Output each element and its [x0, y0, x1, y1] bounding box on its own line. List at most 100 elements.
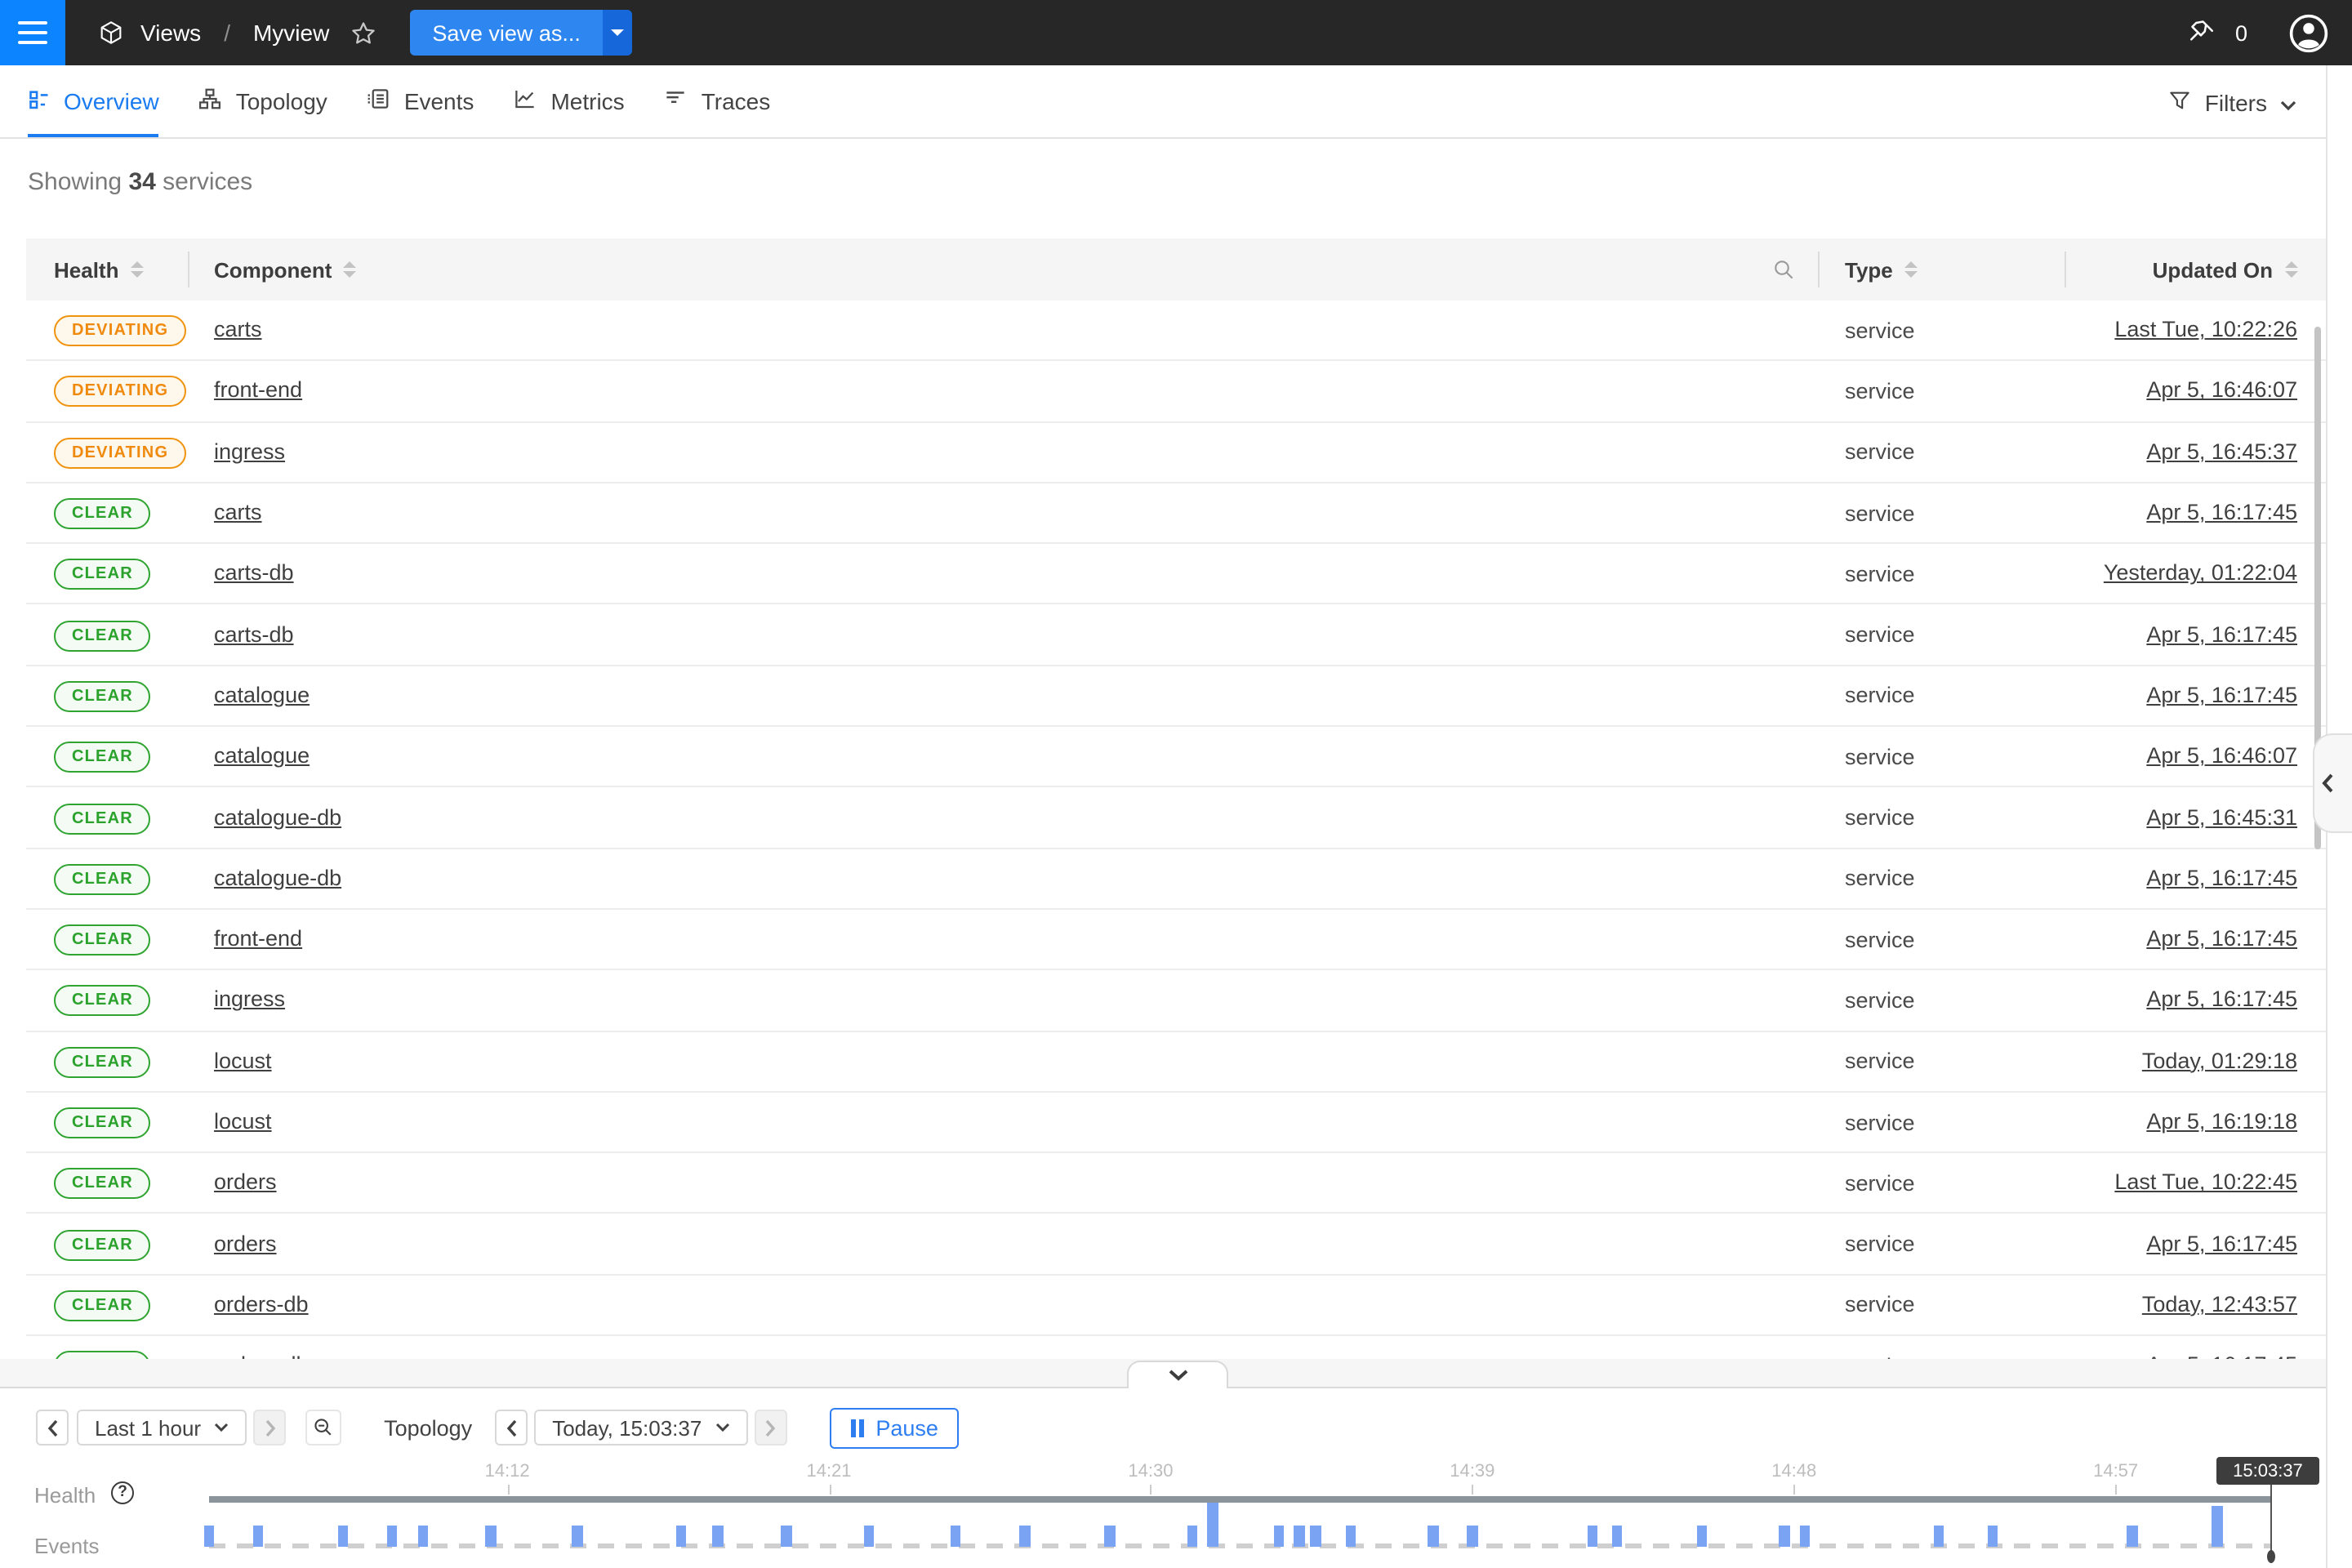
component-link[interactable]: orders-db — [214, 1352, 309, 1358]
event-bar[interactable] — [387, 1526, 398, 1547]
event-bar[interactable] — [1104, 1526, 1115, 1547]
event-bar[interactable] — [337, 1526, 348, 1547]
topology-time-back-button[interactable] — [495, 1410, 528, 1446]
component-link[interactable]: orders — [214, 1231, 277, 1255]
topology-time-dropdown[interactable]: Today, 15:03:37 — [534, 1410, 747, 1446]
tab-metrics[interactable]: Metrics — [513, 65, 624, 137]
range-back-button[interactable] — [36, 1410, 69, 1446]
help-icon[interactable]: ? — [111, 1481, 134, 1503]
favorite-star-icon[interactable] — [349, 19, 376, 47]
event-bar[interactable] — [1346, 1526, 1356, 1547]
component-link[interactable]: carts-db — [214, 621, 294, 646]
header-component[interactable]: Component — [188, 256, 1819, 283]
updated-link[interactable]: Apr 5, 16:19:18 — [2146, 1109, 2297, 1134]
component-link[interactable]: front-end — [214, 926, 302, 951]
menu-button[interactable] — [0, 0, 65, 65]
updated-link[interactable]: Today, 12:43:57 — [2142, 1292, 2297, 1316]
breadcrumb-views[interactable]: Views — [140, 20, 201, 46]
event-bar[interactable] — [863, 1526, 874, 1547]
save-view-dropdown-button[interactable] — [604, 10, 633, 56]
tab-events[interactable]: Events — [367, 65, 474, 137]
tab-topology[interactable]: Topology — [198, 65, 327, 137]
collapse-panel-button[interactable] — [2313, 733, 2352, 833]
event-bar[interactable] — [781, 1526, 791, 1547]
search-icon[interactable] — [1770, 256, 1796, 283]
time-cursor-handle[interactable] — [2266, 1549, 2274, 1562]
expand-timeline-button[interactable] — [1127, 1361, 1228, 1388]
event-bar[interactable] — [1779, 1526, 1789, 1547]
updated-link[interactable]: Last Tue, 10:22:26 — [2114, 317, 2297, 341]
component-link[interactable]: front-end — [214, 378, 302, 403]
event-bar[interactable] — [2212, 1506, 2222, 1547]
component-link[interactable]: orders-db — [214, 1292, 309, 1316]
component-link[interactable]: catalogue-db — [214, 866, 341, 890]
header-updated-on[interactable]: Updated On — [2065, 257, 2325, 282]
event-bar[interactable] — [1587, 1526, 1597, 1547]
tab-overview[interactable]: Overview — [28, 65, 159, 137]
event-bar[interactable] — [1428, 1526, 1439, 1547]
event-bar[interactable] — [203, 1526, 214, 1547]
sort-icon[interactable] — [1904, 261, 1918, 278]
updated-link[interactable]: Apr 5, 16:17:45 — [2146, 866, 2297, 890]
component-link[interactable]: catalogue — [214, 743, 310, 768]
sort-icon[interactable] — [343, 261, 356, 278]
component-link[interactable]: carts — [214, 500, 262, 524]
sort-icon[interactable] — [130, 261, 143, 278]
event-bar[interactable] — [950, 1526, 960, 1547]
tab-traces[interactable]: Traces — [664, 65, 771, 137]
updated-link[interactable]: Apr 5, 16:45:31 — [2146, 804, 2297, 829]
breadcrumb-view-name[interactable]: Myview — [253, 20, 329, 46]
updated-link[interactable]: Apr 5, 16:46:07 — [2146, 378, 2297, 403]
time-cursor-line[interactable] — [2270, 1485, 2272, 1555]
range-forward-button[interactable] — [253, 1410, 286, 1446]
filters-button[interactable]: Filters — [2167, 65, 2296, 139]
event-bar[interactable] — [675, 1526, 686, 1547]
event-bar[interactable] — [2127, 1526, 2138, 1547]
updated-link[interactable]: Apr 5, 16:17:45 — [2146, 683, 2297, 707]
event-bar[interactable] — [1187, 1526, 1197, 1547]
updated-link[interactable]: Apr 5, 16:17:45 — [2146, 987, 2297, 1012]
sort-icon[interactable] — [2284, 261, 2297, 278]
event-bar[interactable] — [1273, 1526, 1284, 1547]
updated-link[interactable]: Apr 5, 16:17:45 — [2146, 621, 2297, 646]
time-range-dropdown[interactable]: Last 1 hour — [77, 1410, 247, 1446]
updated-link[interactable]: Today, 01:29:18 — [2142, 1048, 2297, 1072]
updated-link[interactable]: Yesterday, 01:22:04 — [2104, 561, 2297, 586]
component-link[interactable]: carts-db — [214, 561, 294, 586]
event-bar[interactable] — [713, 1526, 724, 1547]
header-health[interactable]: Health — [26, 257, 188, 282]
updated-link[interactable]: Apr 5, 16:45:37 — [2146, 439, 2297, 463]
component-link[interactable]: catalogue-db — [214, 804, 341, 829]
event-bar[interactable] — [1294, 1526, 1305, 1547]
event-bar[interactable] — [1468, 1526, 1478, 1547]
component-link[interactable]: ingress — [214, 439, 285, 463]
event-bar[interactable] — [1311, 1526, 1321, 1547]
updated-link[interactable]: Last Tue, 10:22:45 — [2114, 1170, 2297, 1195]
component-link[interactable]: locust — [214, 1048, 272, 1072]
zoom-out-button[interactable] — [305, 1410, 341, 1446]
event-bar[interactable] — [1020, 1526, 1031, 1547]
save-view-button[interactable]: Save view as... — [409, 10, 604, 56]
component-link[interactable]: ingress — [214, 987, 285, 1012]
user-avatar[interactable] — [2287, 11, 2331, 55]
event-bar[interactable] — [1612, 1526, 1623, 1547]
updated-link[interactable]: Apr 5, 16:17:45 — [2146, 1352, 2297, 1358]
topology-time-forward-button[interactable] — [754, 1410, 786, 1446]
updated-link[interactable]: Apr 5, 16:17:45 — [2146, 926, 2297, 951]
event-bar[interactable] — [253, 1526, 264, 1547]
updated-link[interactable]: Apr 5, 16:17:45 — [2146, 500, 2297, 524]
event-bar[interactable] — [1696, 1526, 1707, 1547]
component-link[interactable]: orders — [214, 1170, 277, 1195]
event-bar[interactable] — [486, 1526, 497, 1547]
component-link[interactable]: locust — [214, 1109, 272, 1134]
pin-icon[interactable] — [2188, 18, 2217, 47]
event-bar[interactable] — [1987, 1526, 1998, 1547]
event-bar[interactable] — [1208, 1503, 1218, 1547]
health-timeline-track[interactable] — [208, 1496, 2270, 1503]
updated-link[interactable]: Apr 5, 16:46:07 — [2146, 743, 2297, 768]
updated-link[interactable]: Apr 5, 16:17:45 — [2146, 1231, 2297, 1255]
pause-button[interactable]: Pause — [829, 1407, 960, 1448]
event-bar[interactable] — [572, 1526, 583, 1547]
event-bar[interactable] — [1799, 1526, 1810, 1547]
event-bar[interactable] — [1933, 1526, 1944, 1547]
